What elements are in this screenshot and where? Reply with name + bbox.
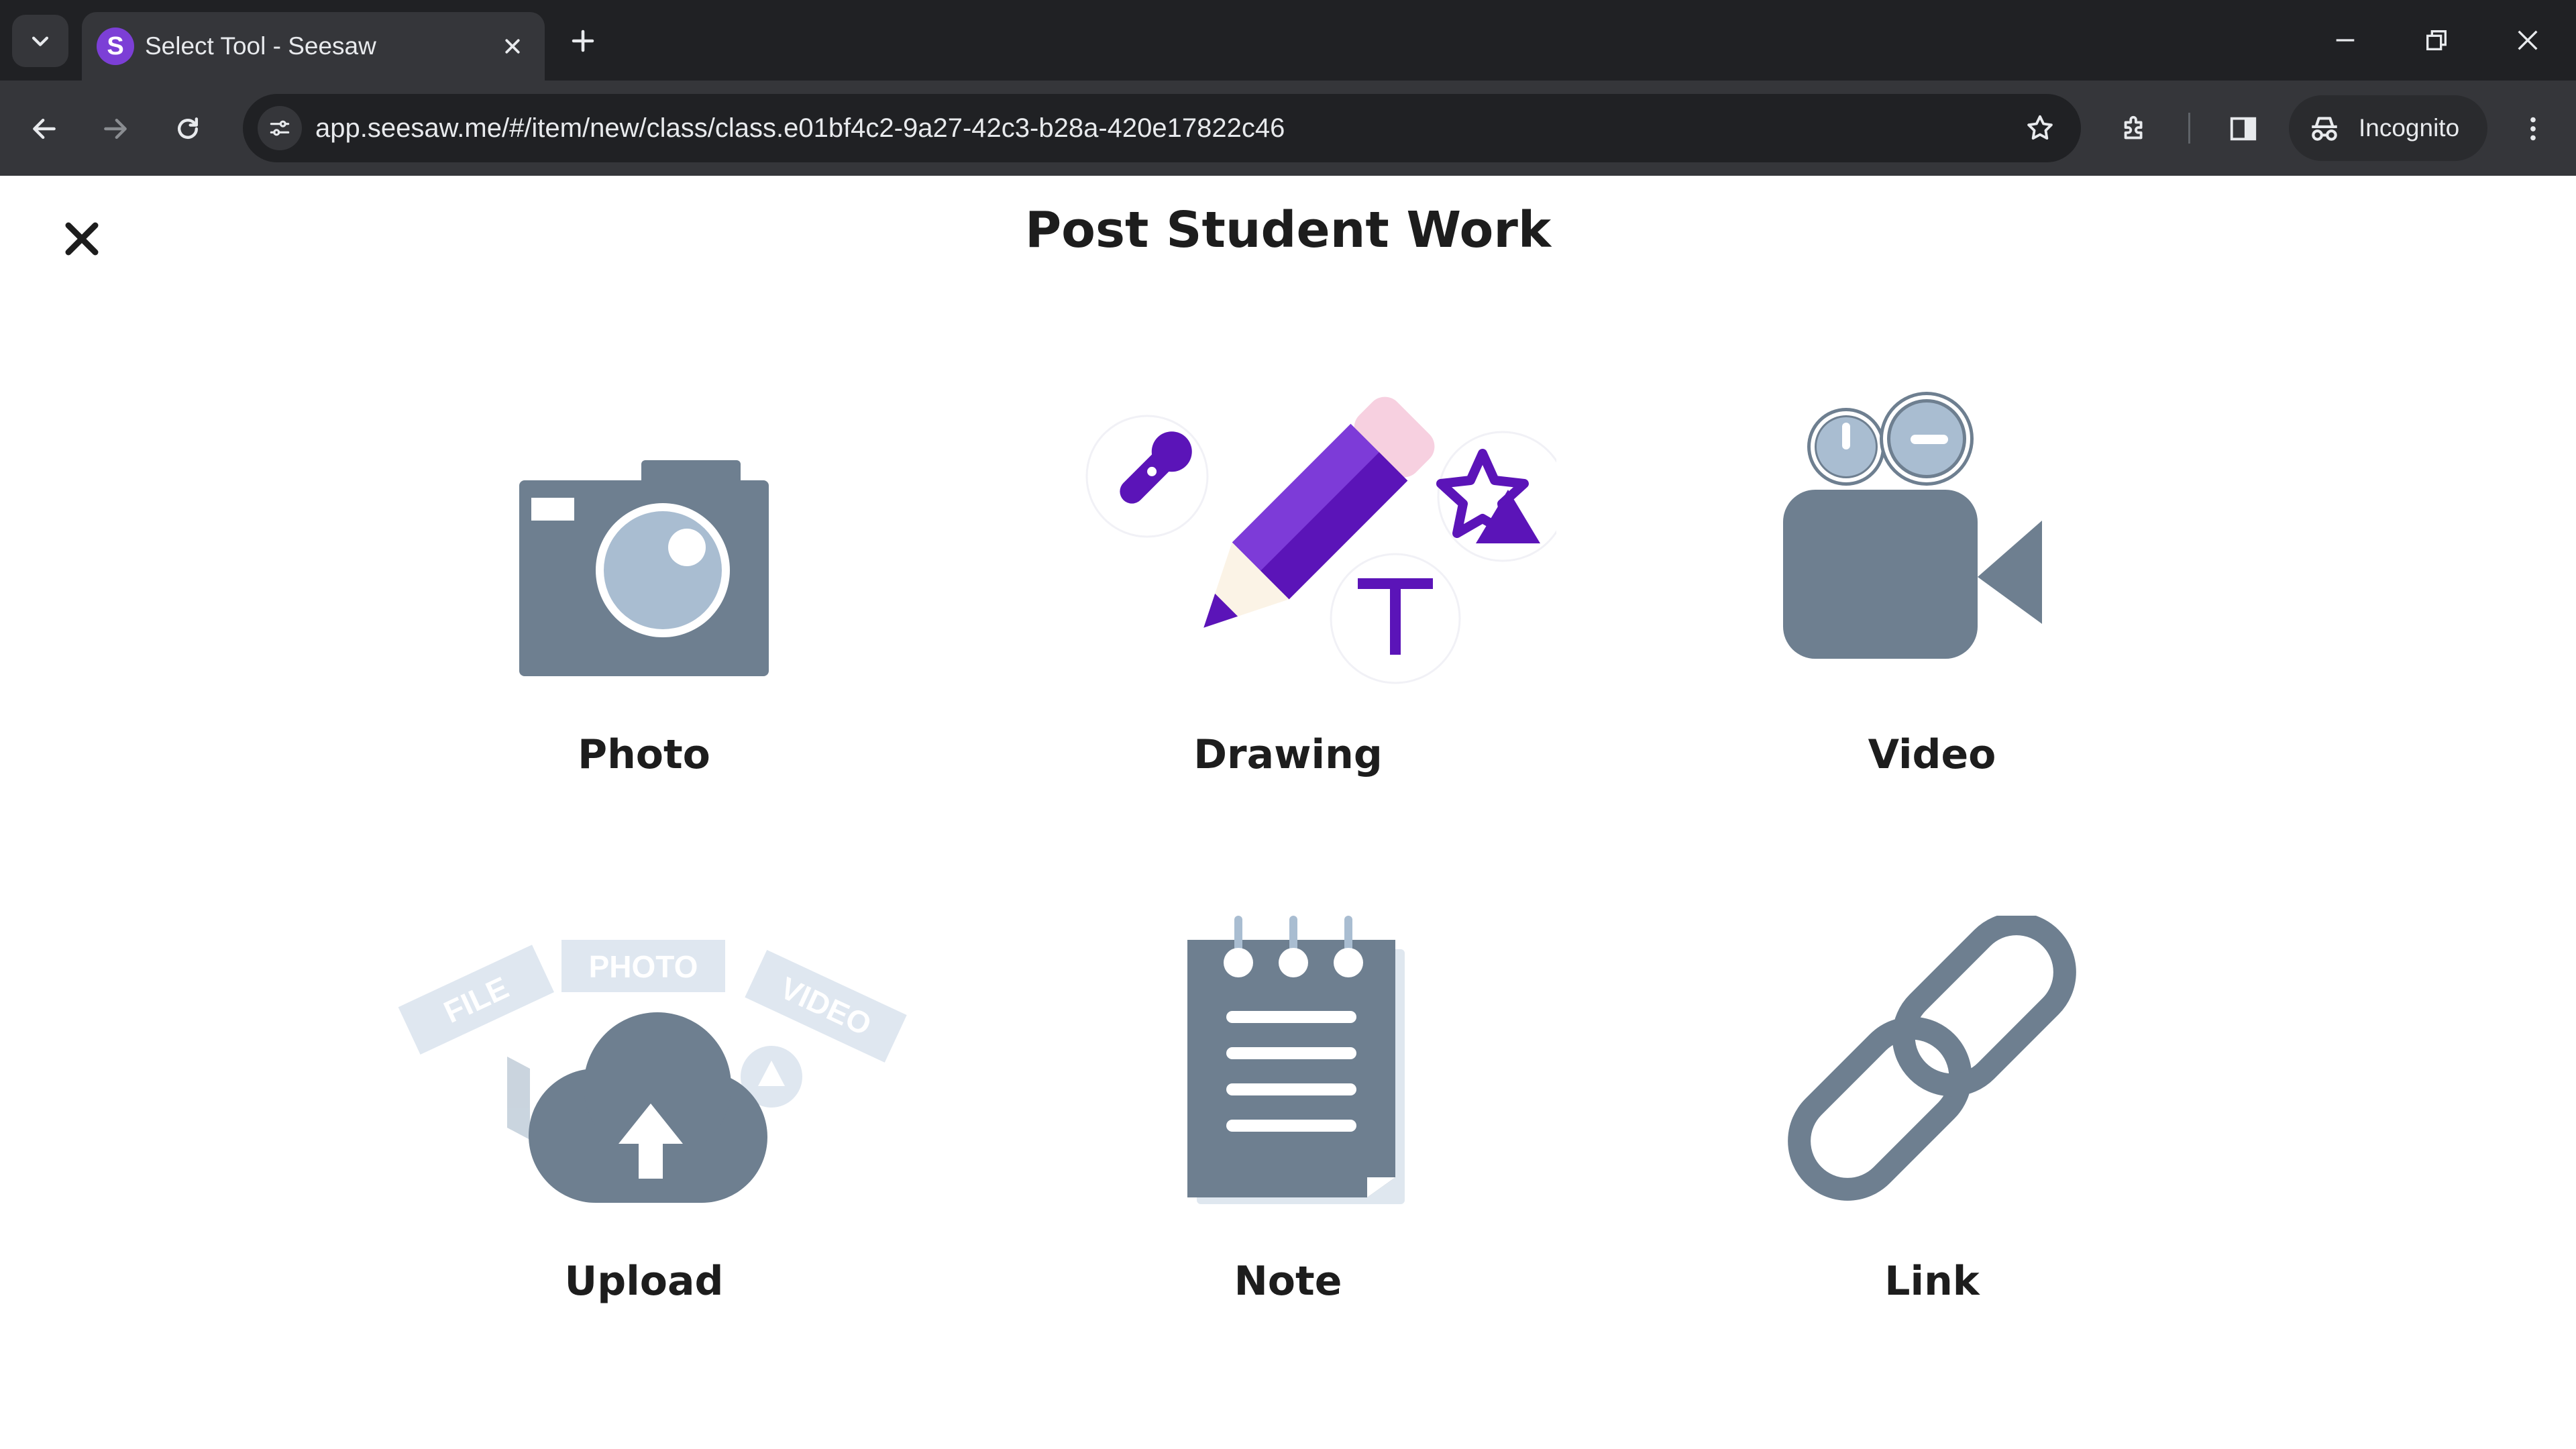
video-tool-button[interactable]: Video — [1644, 389, 2220, 859]
upload-label: Upload — [564, 1258, 724, 1305]
more-vertical-icon — [2530, 117, 2536, 141]
link-label: Link — [1884, 1258, 1980, 1305]
upload-tool-button[interactable]: FILE PHOTO VIDEO Upload — [356, 916, 932, 1385]
address-bar[interactable]: app.seesaw.me/#/item/new/class/class.e01… — [243, 94, 2081, 162]
restore-window-button[interactable] — [2391, 0, 2482, 80]
tab-close-button[interactable] — [492, 26, 533, 66]
browser-toolbar: app.seesaw.me/#/item/new/class/class.e01… — [0, 80, 2576, 176]
page-title: Post Student Work — [1024, 201, 1552, 259]
forward-button[interactable] — [89, 102, 142, 156]
minimize-icon — [2336, 39, 2355, 42]
side-panel-button[interactable] — [2216, 102, 2270, 156]
restore-icon — [2426, 30, 2447, 50]
cloud-upload-icon: FILE PHOTO VIDEO — [398, 940, 907, 1203]
close-window-button[interactable] — [2482, 0, 2573, 80]
extensions-button[interactable] — [2108, 102, 2161, 156]
bookmark-button[interactable] — [2015, 103, 2065, 153]
camera-icon — [519, 460, 769, 676]
new-tab-button[interactable] — [561, 19, 605, 63]
drawing-label: Drawing — [1193, 731, 1383, 778]
notepad-icon — [1187, 916, 1405, 1204]
active-tab[interactable]: S Select Tool - Seesaw — [82, 12, 545, 80]
side-panel-icon — [2230, 117, 2257, 141]
photo-tool-button[interactable]: Photo — [356, 389, 932, 859]
close-icon — [2518, 30, 2538, 50]
note-label: Note — [1234, 1258, 1342, 1305]
reload-button[interactable] — [161, 102, 215, 156]
tune-icon — [270, 120, 290, 136]
drawing-tool-button[interactable]: Drawing — [1000, 389, 1576, 859]
toolbar-divider — [2188, 113, 2190, 144]
incognito-indicator[interactable]: Incognito — [2289, 95, 2487, 161]
tab-title: Select Tool - Seesaw — [145, 32, 376, 60]
star-outline-icon — [2027, 115, 2053, 140]
seesaw-favicon-icon: S — [97, 28, 134, 65]
incognito-label: Incognito — [2359, 114, 2460, 142]
chain-link-icon — [1788, 916, 2076, 1201]
arrow-left-icon — [33, 118, 56, 140]
tab-search-button[interactable] — [12, 15, 68, 67]
video-camera-icon — [1783, 392, 2042, 659]
back-button[interactable] — [17, 102, 71, 156]
close-icon — [505, 39, 520, 54]
chevron-down-icon — [32, 36, 49, 46]
upload-photo-tag: PHOTO — [589, 949, 698, 984]
note-tool-button[interactable]: Note — [1000, 916, 1576, 1385]
arrow-right-icon — [104, 118, 127, 140]
incognito-icon — [2312, 117, 2337, 141]
video-label: Video — [1868, 731, 1996, 778]
site-info-button[interactable] — [258, 106, 302, 150]
drawing-pencil-icon — [1085, 396, 1556, 684]
photo-label: Photo — [578, 731, 710, 778]
puzzle-icon — [2124, 115, 2143, 140]
plus-icon — [572, 30, 594, 52]
url-text[interactable]: app.seesaw.me/#/item/new/class/class.e01… — [315, 94, 1285, 162]
link-tool-button[interactable]: Link — [1644, 916, 2220, 1385]
reload-icon — [177, 117, 199, 140]
browser-tab-strip: S Select Tool - Seesaw — [0, 0, 2576, 80]
browser-menu-button[interactable] — [2506, 102, 2560, 156]
minimize-window-button[interactable] — [2300, 0, 2391, 80]
